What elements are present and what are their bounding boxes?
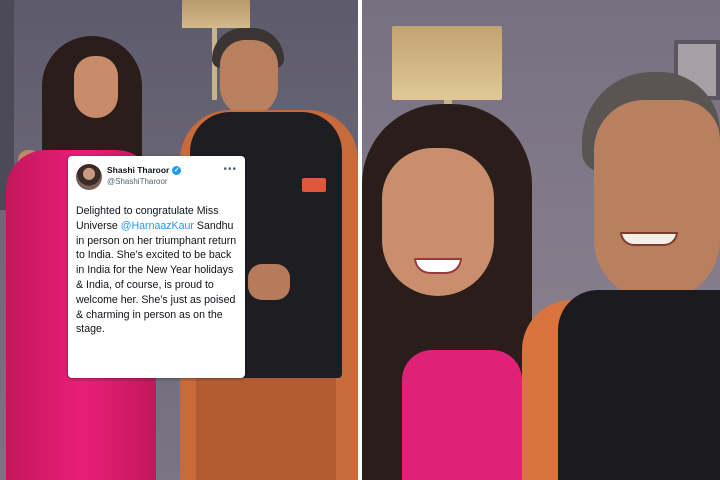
pocket-square: [302, 178, 326, 192]
wall-lamp: [182, 0, 250, 28]
man-smile: [620, 232, 678, 246]
man-face: [594, 100, 720, 300]
tweet-author: Shashi Tharoor ✓ @ShashiTharoor: [107, 165, 227, 186]
man-face: [220, 40, 278, 116]
wall-lamp: [392, 26, 502, 100]
verified-badge-icon: ✓: [172, 165, 182, 175]
tweet-card[interactable]: Shashi Tharoor ✓ @ShashiTharoor ••• Deli…: [68, 156, 245, 378]
woman-face: [74, 56, 118, 118]
man-hand: [248, 264, 290, 300]
woman-dress: [402, 350, 522, 480]
ellipsis-icon[interactable]: •••: [223, 164, 237, 175]
man-legs: [196, 378, 336, 480]
man-vest: [558, 290, 720, 480]
author-name-row: Shashi Tharoor ✓: [107, 165, 227, 175]
author-handle[interactable]: @ShashiTharoor: [107, 177, 227, 186]
tweet-text: Delighted to congratulate Miss Universe …: [76, 204, 237, 337]
right-photo: [362, 0, 720, 480]
avatar[interactable]: [76, 164, 102, 190]
mention-link[interactable]: @HarnaazKaur: [121, 220, 194, 232]
author-name[interactable]: Shashi Tharoor: [107, 165, 169, 175]
tweet-text-rest: Sandhu in person on her triumphant retur…: [76, 219, 237, 336]
tweet-header: Shashi Tharoor ✓ @ShashiTharoor •••: [76, 162, 237, 196]
